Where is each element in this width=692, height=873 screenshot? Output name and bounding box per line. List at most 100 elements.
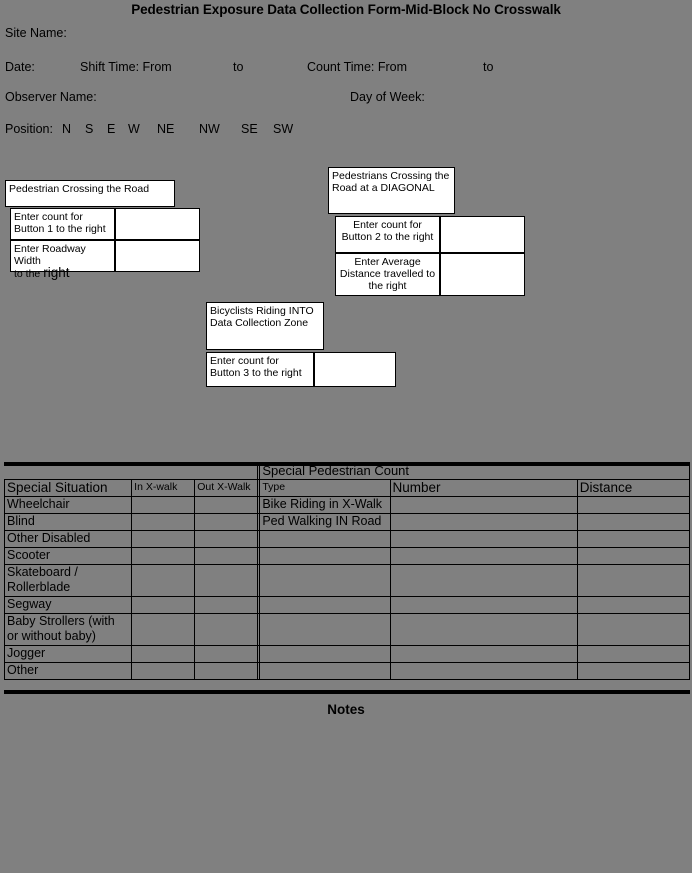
- cell-out-xwalk[interactable]: [194, 662, 259, 680]
- cell-distance[interactable]: [576, 564, 691, 597]
- cell-type[interactable]: [259, 613, 391, 646]
- cell-type[interactable]: [259, 547, 391, 565]
- diagonal-avg-distance-label: Enter Average Distance travelled to the …: [335, 253, 440, 296]
- cell-in-xwalk[interactable]: [131, 513, 196, 531]
- col-in-xwalk: In X-walk: [131, 479, 196, 497]
- cell-out-xwalk[interactable]: [194, 513, 259, 531]
- table-row: Blind Ped Walking IN Road: [3, 513, 691, 531]
- cell-distance[interactable]: [576, 645, 691, 663]
- position-option-nw[interactable]: NW: [199, 122, 220, 136]
- cell-number[interactable]: [389, 496, 578, 514]
- position-option-sw[interactable]: SW: [273, 122, 293, 136]
- cell-type[interactable]: [259, 662, 391, 680]
- shift-time-label: Shift Time: From: [80, 60, 172, 74]
- cell-distance[interactable]: [576, 496, 691, 514]
- cell-out-xwalk[interactable]: [194, 530, 259, 548]
- count-time-to-label: to: [483, 60, 494, 74]
- notes-title: Notes: [327, 702, 365, 717]
- cell-special-situation: Jogger: [3, 645, 133, 663]
- cell-in-xwalk[interactable]: [131, 530, 196, 548]
- cell-number[interactable]: [389, 645, 578, 663]
- cell-in-xwalk[interactable]: [131, 496, 196, 514]
- form-page: Pedestrian Exposure Data Collection Form…: [0, 0, 692, 873]
- cell-in-xwalk[interactable]: [131, 564, 196, 597]
- cell-in-xwalk[interactable]: [131, 645, 196, 663]
- cell-number[interactable]: [389, 662, 578, 680]
- notes-area[interactable]: [5, 722, 687, 867]
- table-group-header-row: Special Pedestrian Count: [5, 462, 690, 480]
- data-tables: Special Pedestrian Count Special Situati…: [3, 462, 691, 680]
- table-row: Segway: [3, 596, 691, 614]
- shift-time-to-label: to: [233, 60, 244, 74]
- cell-type[interactable]: [259, 564, 391, 597]
- cell-distance[interactable]: [576, 513, 691, 531]
- cell-type[interactable]: [259, 530, 391, 548]
- cell-distance[interactable]: [576, 596, 691, 614]
- notes-top-rule: [4, 690, 690, 694]
- cell-special-situation: Wheelchair: [3, 496, 133, 514]
- counts-table: Special Pedestrian Count Special Situati…: [3, 462, 691, 680]
- position-option-e[interactable]: E: [107, 122, 115, 136]
- day-of-week-label: Day of Week:: [350, 90, 425, 104]
- cell-number[interactable]: [389, 596, 578, 614]
- cell-out-xwalk[interactable]: [194, 613, 259, 646]
- cell-out-xwalk[interactable]: [194, 496, 259, 514]
- table-row: Other: [3, 662, 691, 680]
- ped-crossing-button1-value[interactable]: [115, 208, 200, 240]
- cell-in-xwalk[interactable]: [131, 613, 196, 646]
- cell-special-situation: Other: [3, 662, 133, 680]
- cell-number[interactable]: [389, 513, 578, 531]
- roadway-width-line2a: to the: [14, 268, 44, 280]
- cell-number[interactable]: [389, 613, 578, 646]
- cell-number[interactable]: [389, 530, 578, 548]
- roadway-width-line1: Enter Roadway Width: [14, 243, 86, 267]
- col-out-xwalk: Out X-Walk: [194, 479, 259, 497]
- col-distance: Distance: [576, 479, 691, 497]
- cell-special-situation: Segway: [3, 596, 133, 614]
- position-option-se[interactable]: SE: [241, 122, 258, 136]
- roadway-width-line2b: right: [43, 265, 70, 280]
- date-label: Date:: [5, 60, 35, 74]
- cell-distance[interactable]: [576, 662, 691, 680]
- count-time-label: Count Time: From: [307, 60, 408, 74]
- position-option-s[interactable]: S: [85, 122, 93, 136]
- ped-crossing-roadway-width-label: Enter Roadway Width to the right: [10, 240, 115, 280]
- position-option-ne[interactable]: NE: [157, 122, 174, 136]
- site-name-label: Site Name:: [5, 26, 67, 40]
- cell-in-xwalk[interactable]: [131, 547, 196, 565]
- blank-group-cell: [5, 463, 132, 480]
- cell-out-xwalk[interactable]: [194, 564, 259, 597]
- cell-in-xwalk[interactable]: [131, 596, 196, 614]
- cell-distance[interactable]: [576, 613, 691, 646]
- position-label: Position:: [5, 122, 53, 136]
- cell-number[interactable]: [389, 564, 578, 597]
- cell-out-xwalk[interactable]: [194, 547, 259, 565]
- page-title: Pedestrian Exposure Data Collection Form…: [131, 2, 561, 17]
- bicyclist-button3-label: Enter count for Button 3 to the right: [206, 352, 314, 387]
- cell-in-xwalk[interactable]: [131, 662, 196, 680]
- cell-number[interactable]: [389, 547, 578, 565]
- cell-type: Bike Riding in X-Walk: [259, 496, 391, 514]
- position-option-n[interactable]: N: [62, 122, 71, 136]
- ped-crossing-roadway-width-value[interactable]: [115, 240, 200, 272]
- table-row: Wheelchair Bike Riding in X-Walk: [3, 496, 691, 514]
- cell-type[interactable]: [259, 596, 391, 614]
- blank-group-cell-3: [195, 463, 258, 480]
- diagonal-avg-distance-value[interactable]: [440, 253, 525, 296]
- cell-type[interactable]: [259, 645, 391, 663]
- diagonal-button2-value[interactable]: [440, 216, 525, 253]
- cell-distance[interactable]: [576, 530, 691, 548]
- position-option-w[interactable]: W: [128, 122, 140, 136]
- cell-special-situation: Skateboard / Rollerblade: [3, 564, 133, 597]
- cell-out-xwalk[interactable]: [194, 645, 259, 663]
- table-column-header-row: Special Situation In X-walk Out X-Walk T…: [3, 479, 691, 497]
- table-row: Baby Strollers (with or without baby): [3, 613, 691, 646]
- cell-out-xwalk[interactable]: [194, 596, 259, 614]
- cell-special-situation: Scooter: [3, 547, 133, 565]
- blank-group-cell-2: [132, 463, 195, 480]
- bicyclist-button3-value[interactable]: [314, 352, 396, 387]
- diagonal-button2-label: Enter count for Button 2 to the right: [335, 216, 440, 253]
- cell-type: Ped Walking IN Road: [259, 513, 391, 531]
- ped-crossing-button1-label: Enter count for Button 1 to the right: [10, 208, 115, 240]
- cell-distance[interactable]: [576, 547, 691, 565]
